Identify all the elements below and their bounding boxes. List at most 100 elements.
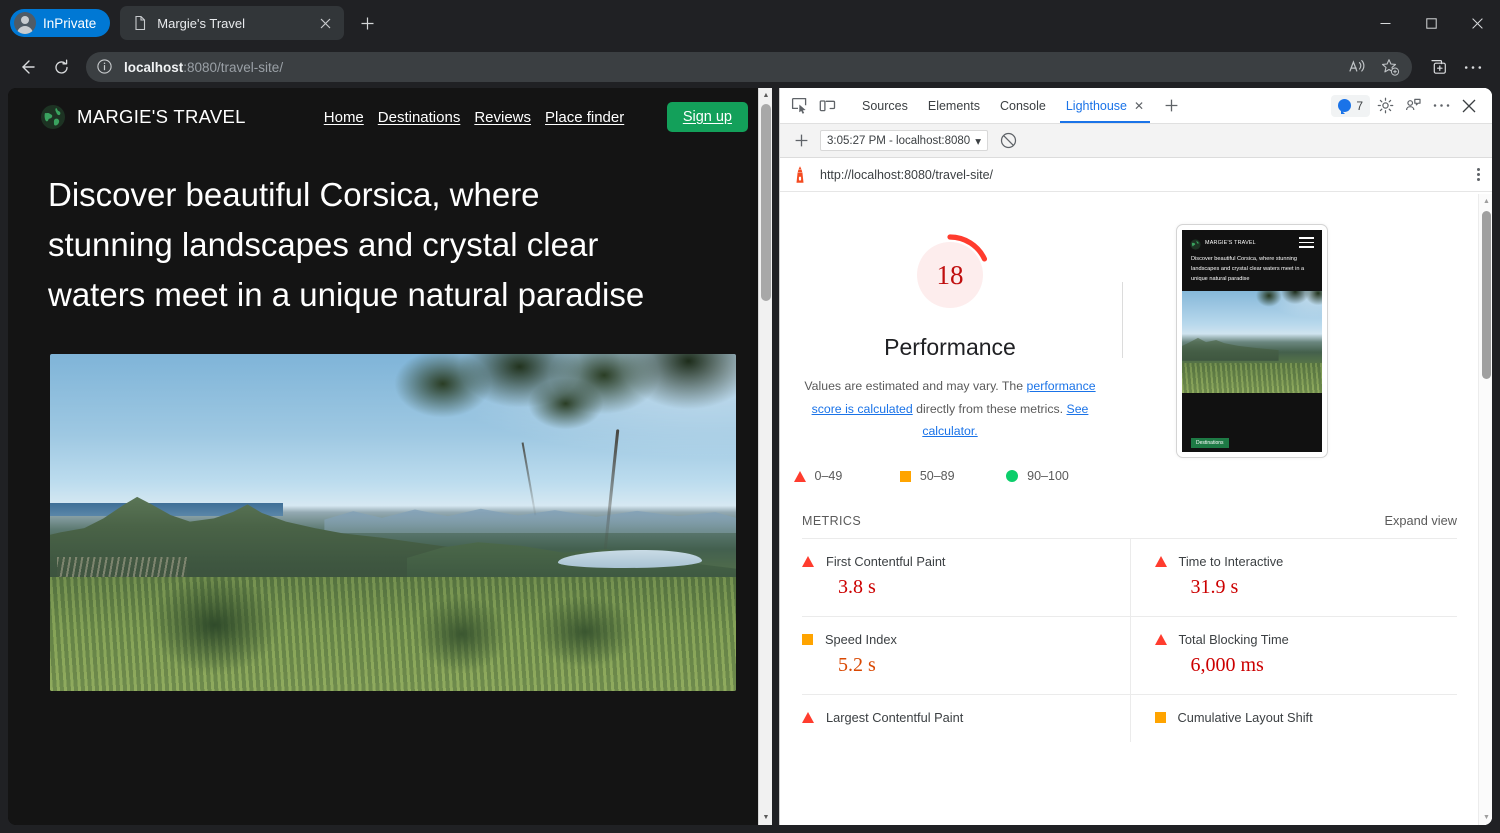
metric-row: Largest Contentful Paint bbox=[802, 710, 1104, 725]
minimize-button[interactable] bbox=[1362, 0, 1408, 46]
close-window-button[interactable] bbox=[1454, 0, 1500, 46]
triangle-red-icon bbox=[794, 471, 806, 482]
scroll-down-icon[interactable]: ▼ bbox=[759, 810, 773, 825]
metric-name: Speed Index bbox=[825, 632, 897, 647]
legend-fail-range: 0–49 bbox=[815, 469, 843, 483]
metric-name: Cumulative Layout Shift bbox=[1178, 710, 1313, 725]
browser-more-button[interactable] bbox=[1456, 50, 1490, 84]
hero-heading: Discover beautiful Corsica, where stunni… bbox=[8, 146, 708, 320]
lighthouse-scrollbar-thumb[interactable] bbox=[1482, 211, 1491, 379]
metric-row: First Contentful Paint bbox=[802, 554, 1104, 569]
report-options-button[interactable] bbox=[1477, 168, 1480, 181]
window-controls bbox=[1362, 0, 1500, 46]
score-desc-part3: metrics. bbox=[1020, 402, 1063, 416]
metrics-section-label: METRICS bbox=[802, 514, 861, 528]
lighthouse-report-body: 18 Performance Values are estimated and … bbox=[780, 194, 1492, 825]
devtools-more-button[interactable] bbox=[1428, 93, 1454, 119]
devtools-tab-console[interactable]: Console bbox=[990, 89, 1056, 123]
devtools-settings-button[interactable] bbox=[1372, 93, 1398, 119]
metric-first-contentful-paint[interactable]: First Contentful Paint 3.8 s bbox=[802, 538, 1130, 616]
devtools-tab-sources[interactable]: Sources bbox=[852, 89, 918, 123]
url-path: :8080/travel-site/ bbox=[183, 60, 283, 75]
inprivate-indicator[interactable]: InPrivate bbox=[10, 9, 110, 37]
metric-cumulative-layout-shift[interactable]: Cumulative Layout Shift bbox=[1130, 694, 1458, 742]
customize-devtools-button[interactable] bbox=[1400, 93, 1426, 119]
mobile-preview-screenshot: MARGIE'S TRAVEL Discover beautiful Corsi… bbox=[1182, 230, 1322, 452]
hamburger-menu-icon bbox=[1299, 237, 1314, 247]
triangle-red-icon bbox=[1155, 556, 1167, 567]
metric-total-blocking-time[interactable]: Total Blocking Time 6,000 ms bbox=[1130, 616, 1458, 694]
page-scrollbar[interactable]: ▲ ▼ bbox=[758, 88, 772, 825]
clear-reports-button[interactable] bbox=[996, 128, 1022, 154]
metric-row: Time to Interactive bbox=[1155, 554, 1458, 569]
collections-button[interactable] bbox=[1422, 50, 1456, 84]
info-circle-icon[interactable] bbox=[96, 58, 114, 76]
title-bar: InPrivate Margie's Travel bbox=[0, 0, 1500, 46]
nav-link-reviews[interactable]: Reviews bbox=[474, 109, 531, 126]
site-nav: Home Destinations Reviews Place finder bbox=[324, 109, 624, 126]
inprivate-label: InPrivate bbox=[43, 16, 96, 31]
back-button[interactable] bbox=[10, 50, 44, 84]
metric-value: 6,000 ms bbox=[1191, 654, 1458, 677]
tab-close-icon[interactable] bbox=[314, 12, 336, 34]
scroll-up-icon[interactable]: ▲ bbox=[759, 88, 773, 103]
page-scrollbar-thumb[interactable] bbox=[761, 104, 771, 301]
scroll-down-icon[interactable]: ▼ bbox=[1479, 810, 1492, 825]
profile-avatar-icon bbox=[14, 12, 36, 34]
devtools-tabbar-actions: 7 bbox=[1331, 93, 1486, 119]
metric-row: Cumulative Layout Shift bbox=[1155, 710, 1458, 725]
expand-view-toggle[interactable]: Expand view bbox=[1384, 513, 1457, 528]
metric-row: Speed Index bbox=[802, 632, 1104, 647]
scroll-up-icon[interactable]: ▲ bbox=[1479, 194, 1492, 209]
address-bar[interactable]: localhost:8080/travel-site/ bbox=[86, 52, 1412, 82]
chevron-down-icon: ▾ bbox=[975, 134, 981, 148]
metric-value: 3.8 s bbox=[838, 576, 1104, 599]
devtools-tab-elements[interactable]: Elements bbox=[918, 89, 990, 123]
metric-time-to-interactive[interactable]: Time to Interactive 31.9 s bbox=[1130, 538, 1458, 616]
signup-button[interactable]: Sign up bbox=[667, 102, 748, 132]
lighthouse-scrollbar[interactable]: ▲ ▼ bbox=[1478, 194, 1492, 825]
new-report-button[interactable] bbox=[788, 128, 814, 154]
photo-foreground-scrub bbox=[50, 577, 736, 692]
issues-counter[interactable]: 7 bbox=[1331, 95, 1370, 117]
tab-label: Sources bbox=[862, 99, 908, 113]
report-selector[interactable]: 3:05:27 PM - localhost:8080 ▾ bbox=[820, 130, 988, 151]
nav-link-place-finder[interactable]: Place finder bbox=[545, 109, 624, 126]
device-toolbar-icon[interactable] bbox=[814, 93, 840, 119]
metric-speed-index[interactable]: Speed Index 5.2 s bbox=[802, 616, 1130, 694]
new-tab-button[interactable] bbox=[352, 8, 382, 38]
square-orange-icon bbox=[900, 471, 911, 482]
site-logo[interactable]: MARGIE'S TRAVEL bbox=[40, 104, 246, 130]
tab-label: Lighthouse bbox=[1066, 99, 1127, 113]
maximize-button[interactable] bbox=[1408, 0, 1454, 46]
devtools-tab-lighthouse[interactable]: Lighthouse ✕ bbox=[1056, 89, 1154, 123]
triangle-red-icon bbox=[802, 712, 814, 723]
performance-score-value: 18 bbox=[909, 234, 991, 316]
nav-link-home[interactable]: Home bbox=[324, 109, 364, 126]
address-bar-url: localhost:8080/travel-site/ bbox=[124, 60, 283, 75]
browser-tab[interactable]: Margie's Travel bbox=[120, 6, 344, 40]
inspect-element-icon[interactable] bbox=[786, 93, 812, 119]
performance-score-description: Values are estimated and may vary. The p… bbox=[803, 375, 1098, 443]
metric-name: Total Blocking Time bbox=[1179, 632, 1289, 647]
devtools-close-button[interactable] bbox=[1456, 93, 1482, 119]
refresh-button[interactable] bbox=[44, 50, 78, 84]
add-favorite-star-icon[interactable] bbox=[1374, 53, 1406, 81]
preview-photo-mountain bbox=[1182, 334, 1279, 361]
performance-gauge: 18 bbox=[909, 234, 991, 316]
address-bar-actions bbox=[1342, 53, 1406, 81]
preview-hero-text: Discover beautiful Corsica, where stunni… bbox=[1182, 252, 1322, 291]
square-orange-icon bbox=[802, 634, 813, 645]
nav-link-destinations[interactable]: Destinations bbox=[378, 109, 461, 126]
tab-title: Margie's Travel bbox=[157, 16, 314, 31]
document-favicon bbox=[132, 15, 148, 31]
report-selector-label: 3:05:27 PM - localhost:8080 bbox=[827, 135, 970, 147]
read-aloud-icon[interactable] bbox=[1342, 53, 1374, 81]
legend-pass: 90–100 bbox=[1006, 469, 1112, 483]
tab-close-icon[interactable]: ✕ bbox=[1134, 99, 1144, 113]
metric-largest-contentful-paint[interactable]: Largest Contentful Paint bbox=[802, 694, 1130, 742]
add-panel-button[interactable] bbox=[1159, 94, 1183, 118]
tab-label: Console bbox=[1000, 99, 1046, 113]
preview-header: MARGIE'S TRAVEL bbox=[1182, 230, 1322, 252]
preview-spacer bbox=[1182, 393, 1322, 431]
